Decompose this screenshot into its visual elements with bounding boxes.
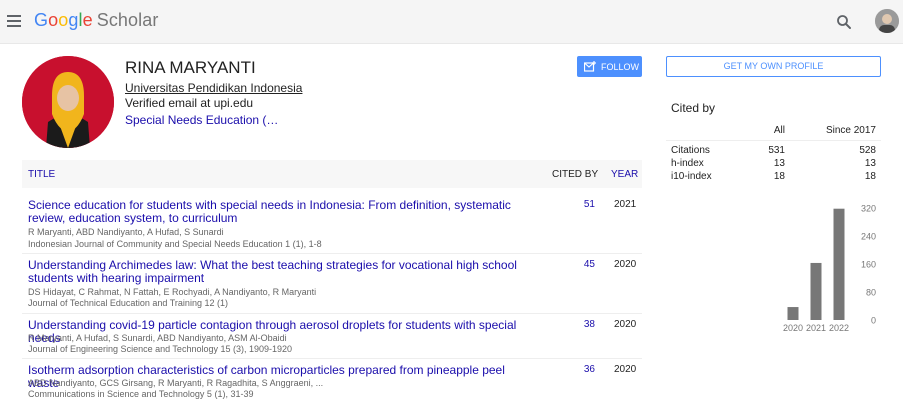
cited-count-link[interactable]: 51 xyxy=(562,199,595,210)
row-divider xyxy=(22,253,642,254)
col-since: Since 2017 xyxy=(825,125,876,136)
metrics-header: All Since 2017 xyxy=(666,121,881,141)
metric-label[interactable]: i10-index xyxy=(671,171,712,182)
x-tick-label: 2020 xyxy=(783,323,803,333)
article-authors: R Maryanti, ABD Nandiyanto, A Hufad, S S… xyxy=(28,227,224,237)
follow-label: FOLLOW xyxy=(601,61,640,72)
citations-per-year-chart: 0 80 160 240 320 2020 2021 2022 xyxy=(783,204,876,334)
get-my-own-profile-button[interactable]: GET MY OWN PROFILE xyxy=(666,56,881,77)
article-authors: DS Hidayat, C Rahmat, N Fattah, E Rochya… xyxy=(28,287,317,297)
article-journal: Journal of Technical Education and Train… xyxy=(28,298,228,308)
chart-bar-2021[interactable] xyxy=(810,262,822,320)
chart-bar-2022[interactable] xyxy=(833,208,845,320)
google-scholar-logo[interactable]: Google Scholar xyxy=(34,10,158,31)
metric-row: Citations 531 528 xyxy=(666,141,881,156)
x-tick-label: 2021 xyxy=(806,323,826,333)
verified-email: Verified email at upi.edu xyxy=(125,96,254,110)
y-tick-label: 0 xyxy=(871,316,876,326)
profile-photo xyxy=(22,56,114,148)
research-interest-link[interactable]: Special Needs Education (… xyxy=(125,113,278,127)
metric-row: i10-index 18 18 xyxy=(666,167,881,182)
article-year: 2020 xyxy=(614,364,637,375)
profile-name: RINA MARYANTI xyxy=(125,58,256,77)
cited-count-link[interactable]: 45 xyxy=(562,259,595,270)
article-title-link[interactable]: Understanding Archimedes law: What the b… xyxy=(28,259,538,285)
y-tick-label: 240 xyxy=(861,232,876,242)
sort-by-year[interactable]: YEAR xyxy=(611,169,638,180)
y-tick-label: 80 xyxy=(866,288,876,298)
col-all: All xyxy=(773,125,785,136)
metric-since: 18 xyxy=(864,171,876,182)
search-icon[interactable] xyxy=(835,13,853,31)
hamburger-menu-icon[interactable] xyxy=(7,15,21,27)
article-year: 2020 xyxy=(614,259,637,270)
table-header: TITLE CITED BY YEAR xyxy=(22,160,642,188)
top-bar: Google Scholar xyxy=(0,0,903,44)
citation-metrics-table: All Since 2017 Citations 531 528 h-index… xyxy=(666,121,881,182)
chart-bar-2020[interactable] xyxy=(787,307,799,320)
sort-by-cited[interactable]: CITED BY xyxy=(552,169,598,180)
article-year: 2021 xyxy=(614,199,637,210)
affiliation-link[interactable]: Universitas Pendidikan Indonesia xyxy=(125,81,302,95)
account-avatar[interactable] xyxy=(875,9,899,33)
article-authors: ABD Nandiyanto, GCS Girsang, R Maryanti,… xyxy=(28,378,324,388)
x-tick-label: 2022 xyxy=(829,323,849,333)
article-authors: R Maryanti, A Hufad, S Sunardi, ABD Nand… xyxy=(28,333,287,343)
article-journal: Communications in Science and Technology… xyxy=(28,389,254,399)
metric-all: 18 xyxy=(773,171,785,182)
cited-count-link[interactable]: 36 xyxy=(562,364,595,375)
follow-button[interactable]: FOLLOW xyxy=(577,56,642,77)
y-tick-label: 160 xyxy=(861,260,876,270)
row-divider xyxy=(22,313,642,314)
cited-by-title: Cited by xyxy=(671,101,716,115)
row-divider xyxy=(22,358,642,359)
article-year: 2020 xyxy=(614,319,637,330)
article-journal: Journal of Engineering Science and Techn… xyxy=(28,344,293,354)
article-journal: Indonesian Journal of Community and Spec… xyxy=(28,239,322,249)
metric-row: h-index 13 13 xyxy=(666,154,881,169)
sort-by-title[interactable]: TITLE xyxy=(28,169,55,180)
cited-count-link[interactable]: 38 xyxy=(562,319,595,330)
mail-plus-icon xyxy=(584,61,596,72)
article-title-link[interactable]: Science education for students with spec… xyxy=(28,199,538,225)
y-tick-label: 320 xyxy=(861,204,876,214)
